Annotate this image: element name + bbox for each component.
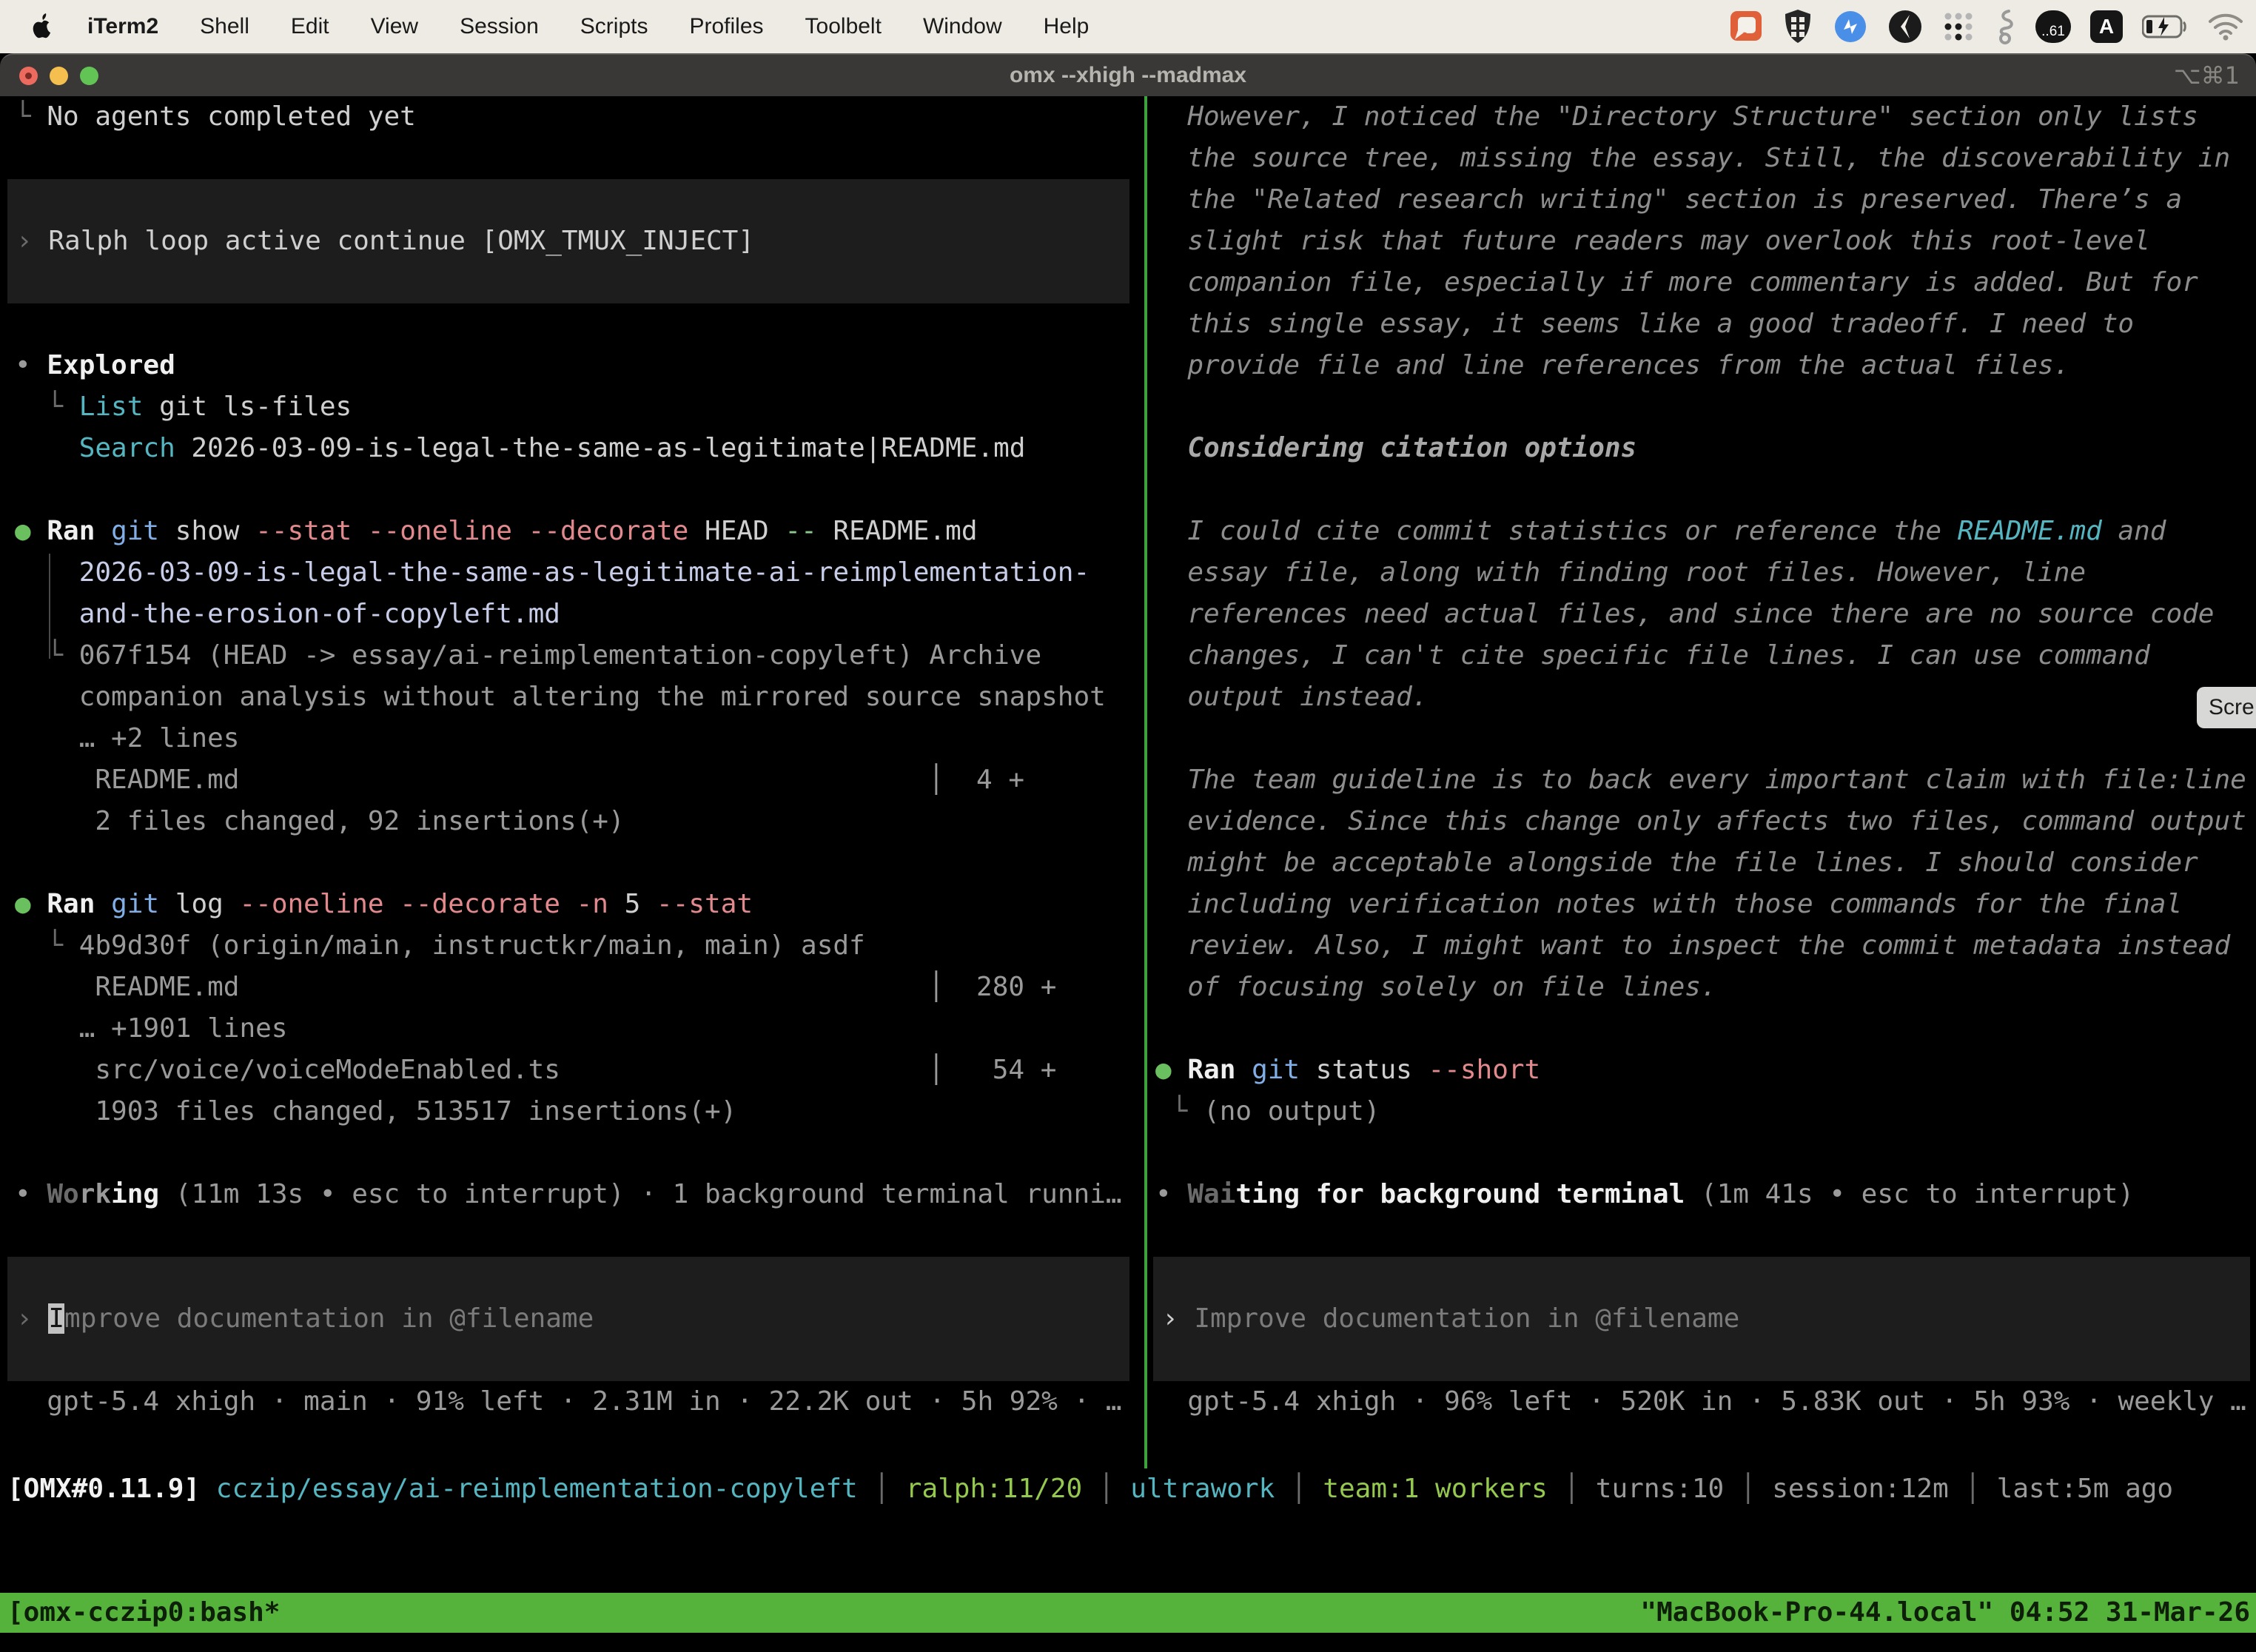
wifi-icon[interactable]: [2207, 13, 2244, 41]
terminal-line: └ 067f154 (HEAD -> essay/ai-reimplementa…: [15, 635, 1144, 676]
terminal[interactable]: └ No agents completed yet › Ralph loop ac…: [0, 96, 2256, 1652]
terminal-line: However, I noticed the "Directory Struct…: [1155, 96, 2256, 138]
blank-line: [15, 1132, 1144, 1174]
terminal-line: Search 2026-03-09-is-legal-the-same-as-l…: [15, 428, 1144, 469]
terminal-line: changes, I can't cite specific file line…: [1155, 635, 2256, 676]
dots-grid-icon[interactable]: [1942, 10, 1975, 43]
blank-line: [15, 469, 1144, 511]
menu-item[interactable]: Help: [1044, 14, 1090, 39]
title-bar: omx --xhigh --madmax ⌥⌘1: [0, 53, 2256, 96]
tmux-host-clock: "MacBook-Pro-44.local" 04:52 31-Mar-26: [1640, 1593, 2250, 1633]
terminal-line: README.md│ 4 +: [15, 759, 1144, 801]
prompt-input[interactable]: › Improve documentation in @filename: [7, 1257, 1129, 1381]
dark-circle-icon[interactable]: [1887, 9, 1923, 44]
terminal-line: … +1901 lines: [15, 1008, 1144, 1050]
terminal-line: and-the-erosion-of-copyleft.md: [15, 594, 1144, 635]
menu-item[interactable]: iTerm2: [87, 14, 158, 39]
terminal-line: 2 files changed, 92 insertions(+): [15, 801, 1144, 842]
window-title: omx --xhigh --madmax: [0, 63, 2256, 88]
terminal-line: companion analysis without altering the …: [15, 676, 1144, 718]
blank-line: [1155, 1132, 2256, 1174]
menu-status-icons: ..61 A: [1729, 0, 2244, 53]
battery-icon[interactable]: [2142, 15, 2188, 38]
prompt-input[interactable]: › Improve documentation in @filename: [1153, 1257, 2250, 1381]
terminal-line: • Waiting for background terminal (1m 41…: [1155, 1174, 2256, 1215]
terminal-line: provide file and line references from th…: [1155, 345, 2256, 386]
terminal-line: ● Ran git status --short: [1155, 1050, 2256, 1091]
tmux-session-label: [omx-cczip0:bash*: [7, 1593, 280, 1633]
terminal-line: gpt-5.4 xhigh · 96% left · 520K in · 5.8…: [1155, 1381, 2256, 1423]
terminal-line: slight risk that future readers may over…: [1155, 221, 2256, 262]
terminal-line: └ (no output): [1155, 1091, 2256, 1132]
terminal-line: … +2 lines: [15, 718, 1144, 759]
prompt-line[interactable]: › Improve documentation in @filename: [16, 1298, 1129, 1340]
terminal-line: output instead.: [1155, 676, 2256, 718]
terminal-line: README.md│ 280 +: [15, 967, 1144, 1008]
letter-a-icon[interactable]: A: [2090, 10, 2123, 43]
terminal-line: • Working (11m 13s • esc to interrupt) ·…: [15, 1174, 1144, 1215]
squiggle-icon[interactable]: [1994, 8, 2016, 45]
left-pane[interactable]: └ No agents completed yet › Ralph loop ac…: [0, 96, 1144, 1468]
menu-item[interactable]: Toolbelt: [805, 14, 882, 39]
blank-line: [1155, 469, 2256, 511]
blue-badge-icon[interactable]: [1833, 9, 1868, 44]
terminal-line: companion file, especially if more comme…: [1155, 262, 2256, 303]
terminal-line: evidence. Since this change only affects…: [1155, 801, 2256, 842]
terminal-line: Considering citation options: [1155, 428, 2256, 469]
terminal-line: including verification notes with those …: [1155, 884, 2256, 925]
blank-line: [15, 138, 1144, 179]
terminal-line: I could cite commit statistics or refere…: [1155, 511, 2256, 552]
terminal-line: might be acceptable alongside the file l…: [1155, 842, 2256, 884]
pane-divider[interactable]: [1144, 96, 1147, 1468]
prompt-line[interactable]: › Ralph loop active continue [OMX_TMUX_I…: [16, 221, 1129, 262]
menu-item[interactable]: Scripts: [580, 14, 648, 39]
terminal-line: 2026-03-09-is-legal-the-same-as-legitima…: [15, 552, 1144, 594]
window-shortcut-badge: ⌥⌘1: [2174, 61, 2240, 90]
blank-line: [1155, 1215, 2256, 1257]
terminal-line: └ 4b9d30f (origin/main, instructkr/main,…: [15, 925, 1144, 967]
menu-item[interactable]: Shell: [200, 14, 249, 39]
terminal-line: └ No agents completed yet: [15, 96, 1144, 138]
prompt-line[interactable]: › Improve documentation in @filename: [1162, 1298, 2250, 1340]
blank-line: [1155, 1008, 2256, 1050]
menu-item[interactable]: Profiles: [689, 14, 763, 39]
blank-line: [15, 842, 1144, 884]
terminal-line: ● Ran git log --oneline --decorate -n 5 …: [15, 884, 1144, 925]
terminal-line: references need actual files, and since …: [1155, 594, 2256, 635]
blank-line: [15, 303, 1144, 345]
menu-bar: iTerm2 Shell Edit View Session Scripts Profile…: [0, 0, 2256, 53]
terminal-line: • Explored: [15, 345, 1144, 386]
menu-item[interactable]: Session: [460, 14, 539, 39]
ralph-banner[interactable]: › Ralph loop active continue [OMX_TMUX_I…: [7, 179, 1129, 303]
shield-grid-icon[interactable]: [1782, 8, 1813, 45]
terminal-line: gpt-5.4 xhigh · main · 91% left · 2.31M …: [15, 1381, 1144, 1423]
terminal-line: essay file, along with finding root file…: [1155, 552, 2256, 594]
terminal-line: review. Also, I might want to inspect th…: [1155, 925, 2256, 967]
terminal-window: omx --xhigh --madmax ⌥⌘1 └ No agents com…: [0, 53, 2256, 1652]
menu-item[interactable]: Window: [923, 14, 1002, 39]
menu-items: iTerm2 Shell Edit View Session Scripts Profile…: [87, 14, 1089, 39]
percent-badge-icon[interactable]: ..61: [2035, 10, 2071, 43]
menu-item[interactable]: View: [371, 14, 418, 39]
terminal-line: src/voice/voiceModeEnabled.ts│ 54 +: [15, 1050, 1144, 1091]
chat-icon[interactable]: [1729, 8, 1763, 45]
blank-line: [1155, 718, 2256, 759]
terminal-line: 1903 files changed, 513517 insertions(+): [15, 1091, 1144, 1132]
terminal-line: this single essay, it seems like a good …: [1155, 303, 2256, 345]
right-pane[interactable]: However, I noticed the "Directory Struct…: [1149, 96, 2256, 1468]
screen-button[interactable]: Scre: [2197, 687, 2256, 728]
terminal-line: └ List git ls-files: [15, 386, 1144, 428]
blank-line: [1155, 386, 2256, 428]
menu-item[interactable]: Edit: [291, 14, 329, 39]
apple-menu-icon[interactable]: [31, 13, 55, 41]
omx-status-line: [OMX#0.11.9] cczip/essay/ai-reimplementa…: [0, 1468, 2256, 1510]
terminal-line: of focusing solely on file lines.: [1155, 967, 2256, 1008]
terminal-line: The team guideline is to back every impo…: [1155, 759, 2256, 801]
blank-line: [15, 1215, 1144, 1257]
tmux-status-bar: [omx-cczip0:bash* "MacBook-Pro-44.local"…: [0, 1593, 2256, 1633]
terminal-line: the "Related research writing" section i…: [1155, 179, 2256, 221]
terminal-line: the source tree, missing the essay. Stil…: [1155, 138, 2256, 179]
terminal-line: ● Ran git show --stat --oneline --decora…: [15, 511, 1144, 552]
